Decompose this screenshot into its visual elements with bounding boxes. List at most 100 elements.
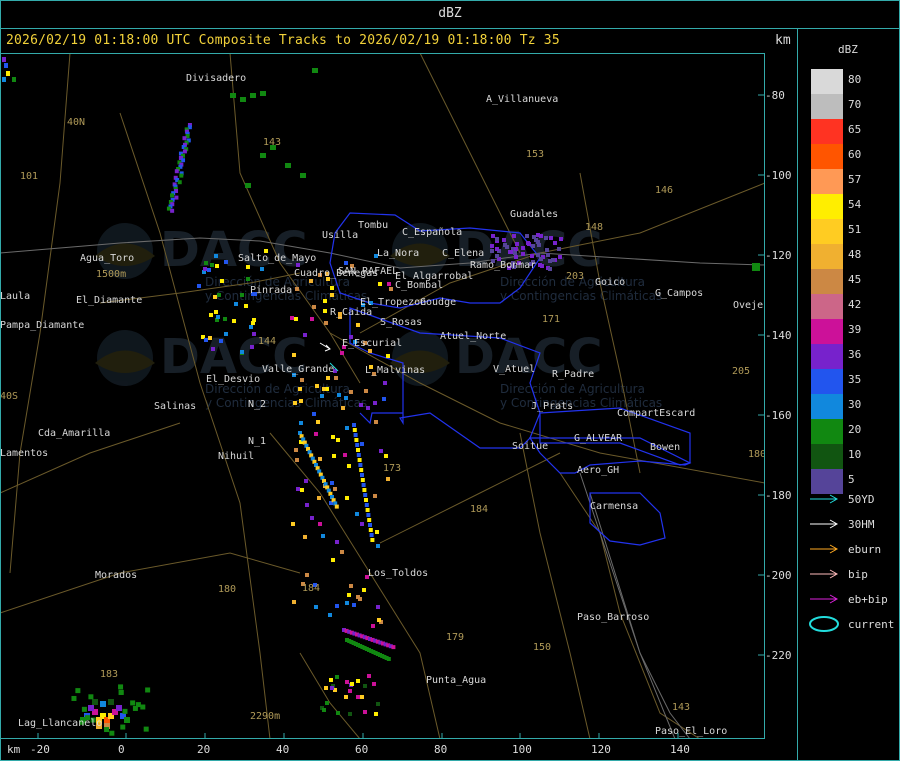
place-label: R_Padre (552, 369, 594, 380)
road-number-label: 143 (263, 137, 281, 148)
place-label: Salto_de_Mayo (238, 253, 316, 264)
place-label: E_Escurial (342, 338, 402, 349)
place-label: Goico (595, 277, 625, 288)
road-number-label: 153 (526, 149, 544, 160)
legend-swatch-36 (811, 344, 843, 369)
track-label: eb+bip (848, 593, 888, 606)
place-label: C_Elena (442, 248, 484, 259)
legend-label: 10 (848, 448, 862, 461)
track-arrow-icon (810, 494, 839, 504)
place-label: Pinrada (250, 285, 292, 296)
place-label: Goudge (420, 297, 456, 308)
road-number-label: 146 (655, 185, 673, 196)
x-axis: km -20 0 20 40 60 80 100 120 140 (0, 739, 797, 761)
x-tick-label: 40 (276, 743, 290, 756)
track-arrow-icon (810, 519, 839, 529)
legend-swatch-48 (811, 244, 843, 269)
place-label: Paso_El_Loro (655, 726, 727, 737)
legend-label: 45 (848, 273, 862, 286)
place-label: Atuel_Norte (440, 331, 506, 342)
map-canvas[interactable]: DACCDirección de Agriculturay Contingenc… (0, 53, 765, 739)
place-label: Lamentos (0, 448, 48, 459)
legend-swatch-10 (811, 444, 843, 469)
place-label: Ramo_Bonmar (470, 260, 536, 271)
place-label: N_1 (248, 436, 266, 447)
legend-swatch-51 (811, 219, 843, 244)
place-label: S_Rosas (380, 317, 422, 328)
road-number-label: 179 (446, 632, 464, 643)
legend-label: 36 (848, 348, 862, 361)
place-label: La_Nora (377, 248, 419, 259)
track-label: eburn (848, 543, 882, 556)
place-label: Agua_Toro (80, 253, 134, 264)
legend-swatch-57 (811, 169, 843, 194)
road-number-label: 173 (383, 463, 401, 474)
place-label: Paso_Barroso (577, 612, 649, 623)
y-tick-label: -180 (765, 489, 792, 502)
legend-label: 20 (848, 423, 862, 436)
legend-label: 48 (848, 248, 862, 261)
place-label: El_Tropezon (360, 297, 426, 308)
place-label: Divisadero (186, 73, 246, 84)
y-tick-label: -160 (765, 409, 792, 422)
legend-panel: dBZ 80 70 65 60 57 54 51 48 45 42 39 36 35 30 20 10 5 50… (797, 29, 900, 761)
road-number-label: 184 (470, 504, 488, 515)
place-label: R_Caida (330, 307, 372, 318)
road-number-label: 143 (672, 702, 690, 713)
road-number-label: 40N (67, 117, 85, 128)
road-number-label: 1500m (96, 269, 126, 280)
road-number-label: 203 (566, 271, 584, 282)
legend-swatch-54 (811, 194, 843, 219)
window-title: dBZ (0, 0, 900, 29)
place-label: Lag_Llancanelo (18, 718, 102, 729)
place-label: Laula (0, 291, 30, 302)
y-tick-label: -140 (765, 329, 792, 342)
map-header: 2026/02/19 01:18:00 UTC Composite Tracks… (6, 33, 560, 48)
legend-label: 54 (848, 198, 862, 211)
road-number-label: 183 (100, 669, 118, 680)
legend-swatch-60 (811, 144, 843, 169)
legend-label: 60 (848, 148, 862, 161)
legend-swatch-20 (811, 419, 843, 444)
track-label: bip (848, 568, 868, 581)
place-label: Los_Toldos (368, 568, 428, 579)
place-label: El_Diamante (76, 295, 142, 306)
place-label: Salinas (154, 401, 196, 412)
track-arrow-icon (810, 544, 839, 554)
track-label: 30HM (848, 518, 875, 531)
place-label: Cda_Amarilla (38, 428, 110, 439)
road-number-label: 101 (20, 171, 38, 182)
place-label: Nihuil (218, 451, 254, 462)
legend-label: 39 (848, 323, 862, 336)
x-tick-label: 80 (434, 743, 448, 756)
legend-label: 35 (848, 373, 862, 386)
place-label: Punta_Agua (426, 675, 486, 686)
x-tick-label: 140 (670, 743, 690, 756)
legend-label: 30 (848, 398, 862, 411)
place-label: El_Desvio (206, 374, 260, 385)
x-tick-label: 60 (355, 743, 369, 756)
radar-map[interactable]: DACC Dirección de Agricultura y Contingenc… (0, 53, 765, 739)
legend-swatch-35 (811, 369, 843, 394)
place-label: G_Campos (655, 288, 703, 299)
legend-label: 42 (848, 298, 862, 311)
track-arrow-icon (810, 569, 839, 579)
place-label: G_ALVEAR (574, 433, 623, 444)
y-axis-unit: km (775, 33, 791, 48)
road-number-label: 144 (258, 336, 276, 347)
legend-swatch-39 (811, 319, 843, 344)
legend-label: 80 (848, 73, 862, 86)
place-label: Tombu (358, 220, 388, 231)
road-number-label: 184 (302, 583, 320, 594)
track-label: 50YD (848, 493, 875, 506)
road-number-label: 2290m (250, 711, 280, 722)
x-tick-label: -20 (30, 743, 50, 756)
place-label: SAN_RAFAEL (338, 266, 398, 277)
place-label: C_Española (402, 227, 462, 238)
legend-label: 5 (848, 473, 855, 486)
place-label: Carmensa (590, 501, 638, 512)
place-label: Usilla (322, 230, 358, 241)
legend-swatch-30 (811, 394, 843, 419)
legend-swatch-65 (811, 119, 843, 144)
place-label: Pampa_Diamante (0, 320, 84, 331)
